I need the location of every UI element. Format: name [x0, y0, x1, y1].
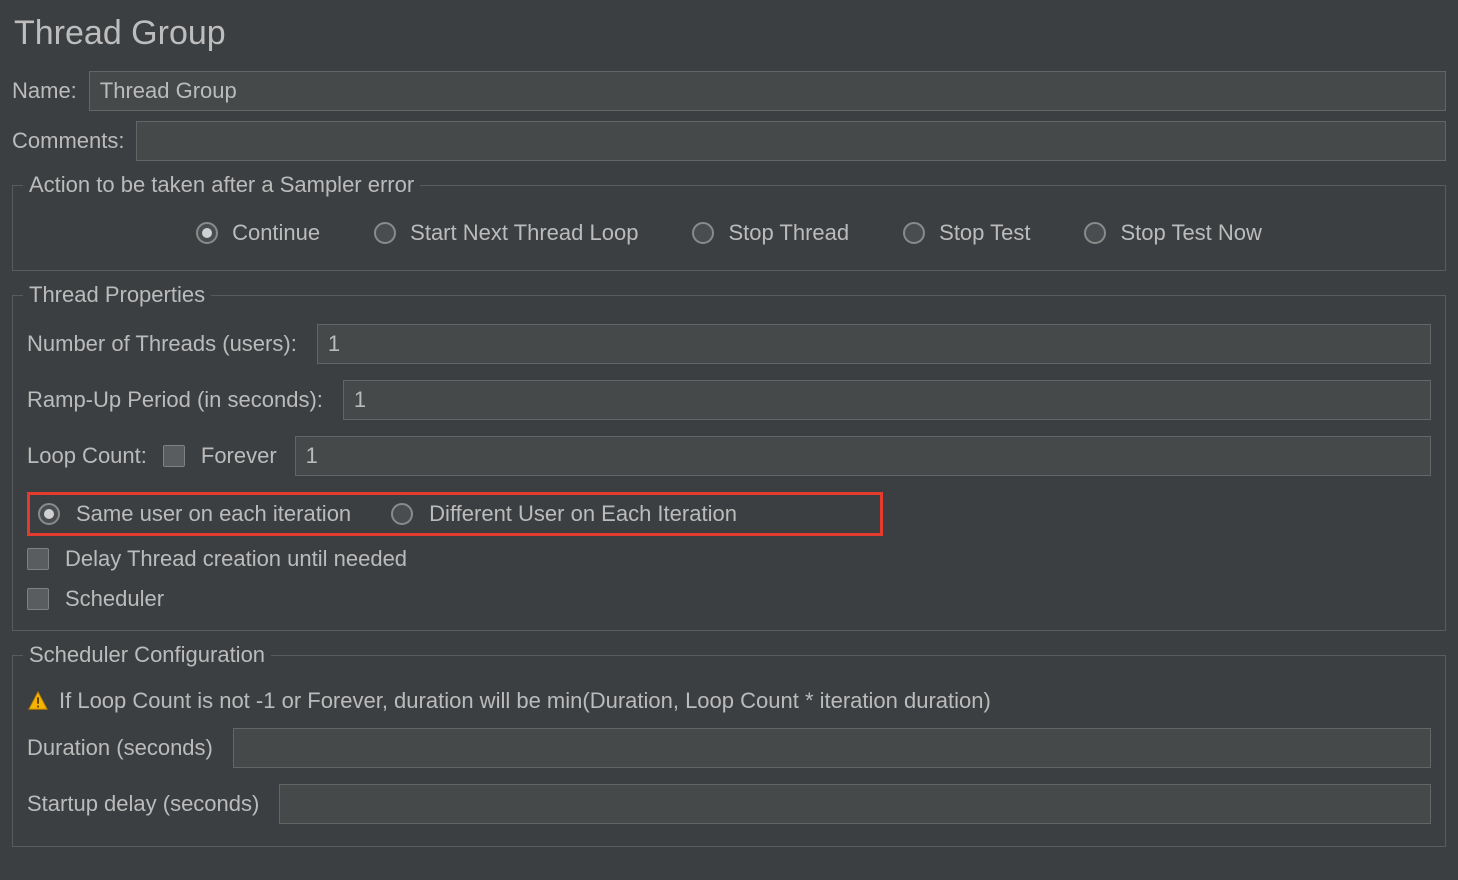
radio-continue[interactable]: Continue	[196, 220, 320, 246]
radio-start-next-label: Start Next Thread Loop	[410, 220, 638, 246]
scheduler-label: Scheduler	[65, 586, 164, 612]
comments-input[interactable]	[136, 121, 1446, 161]
scheduler-warning-text: If Loop Count is not -1 or Forever, dura…	[59, 688, 991, 714]
radio-stop-test-label: Stop Test	[939, 220, 1030, 246]
loop-count-input[interactable]	[295, 436, 1431, 476]
thread-properties-legend: Thread Properties	[23, 282, 211, 308]
ramp-up-label: Ramp-Up Period (in seconds):	[27, 387, 323, 413]
startup-delay-label: Startup delay (seconds)	[27, 791, 259, 817]
loop-count-label: Loop Count:	[27, 443, 147, 469]
radio-stop-thread-label: Stop Thread	[728, 220, 849, 246]
scheduler-config-legend: Scheduler Configuration	[23, 642, 271, 668]
page-title: Thread Group	[14, 14, 1446, 53]
radio-stop-test[interactable]: Stop Test	[903, 220, 1030, 246]
radio-icon	[38, 503, 60, 525]
radio-stop-thread[interactable]: Stop Thread	[692, 220, 849, 246]
sampler-error-group: Action to be taken after a Sampler error…	[12, 185, 1446, 271]
checkbox-icon	[27, 588, 49, 610]
radio-continue-label: Continue	[232, 220, 320, 246]
loop-count-forever-label: Forever	[201, 443, 277, 469]
startup-delay-input[interactable]	[279, 784, 1431, 824]
radio-icon	[692, 222, 714, 244]
radio-different-user[interactable]: Different User on Each Iteration	[391, 501, 737, 527]
checkbox-icon	[27, 548, 49, 570]
delay-thread-checkbox[interactable]: Delay Thread creation until needed	[27, 546, 1431, 572]
radio-same-user-label: Same user on each iteration	[76, 501, 351, 527]
iteration-highlight: Same user on each iteration Different Us…	[27, 492, 883, 536]
radio-icon	[391, 503, 413, 525]
delay-thread-label: Delay Thread creation until needed	[65, 546, 407, 572]
radio-start-next[interactable]: Start Next Thread Loop	[374, 220, 638, 246]
duration-label: Duration (seconds)	[27, 735, 213, 761]
loop-count-forever-checkbox[interactable]: Forever	[163, 443, 277, 469]
sampler-error-legend: Action to be taken after a Sampler error	[23, 172, 420, 198]
radio-icon	[374, 222, 396, 244]
radio-same-user[interactable]: Same user on each iteration	[38, 501, 351, 527]
scheduler-config-group: Scheduler Configuration If Loop Count is…	[12, 655, 1446, 847]
name-label: Name:	[12, 78, 77, 104]
sampler-error-radios: Continue Start Next Thread Loop Stop Thr…	[27, 214, 1431, 252]
radio-icon	[903, 222, 925, 244]
comments-label: Comments:	[12, 128, 124, 154]
radio-icon	[196, 222, 218, 244]
scheduler-checkbox[interactable]: Scheduler	[27, 586, 1431, 612]
radio-stop-test-now[interactable]: Stop Test Now	[1084, 220, 1261, 246]
ramp-up-input[interactable]	[343, 380, 1431, 420]
num-threads-input[interactable]	[317, 324, 1431, 364]
duration-input[interactable]	[233, 728, 1431, 768]
radio-different-user-label: Different User on Each Iteration	[429, 501, 737, 527]
radio-stop-test-now-label: Stop Test Now	[1120, 220, 1261, 246]
checkbox-icon	[163, 445, 185, 467]
thread-properties-group: Thread Properties Number of Threads (use…	[12, 295, 1446, 631]
num-threads-label: Number of Threads (users):	[27, 331, 297, 357]
radio-icon	[1084, 222, 1106, 244]
name-input[interactable]	[89, 71, 1446, 111]
warning-icon	[27, 690, 49, 712]
